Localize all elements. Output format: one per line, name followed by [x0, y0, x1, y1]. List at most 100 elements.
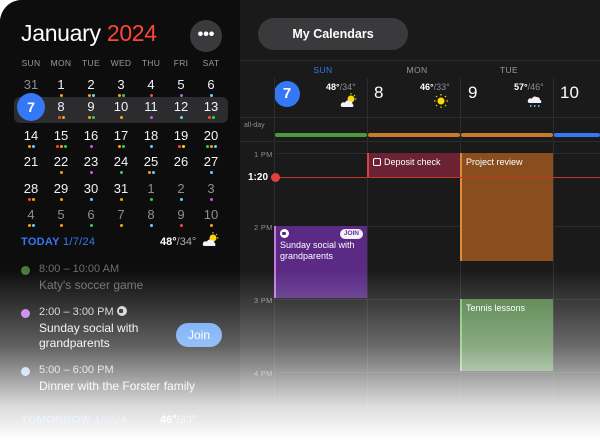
- calendar-day[interactable]: 23: [76, 152, 106, 178]
- calendar-day[interactable]: 8: [136, 205, 166, 231]
- day-number: 7: [117, 207, 125, 222]
- event-dots: [16, 198, 46, 202]
- calendar-day[interactable]: 20: [196, 126, 226, 152]
- checkbox-icon[interactable]: [373, 158, 381, 166]
- partly-cloudy-icon: [202, 232, 219, 246]
- calendar-day[interactable]: 5: [46, 205, 76, 231]
- day-number: 30: [83, 181, 99, 196]
- tomorrow-header: TOMORROW 1/8/24: [21, 414, 127, 426]
- temp-high: 48°: [160, 236, 177, 248]
- calendar-day[interactable]: 24: [106, 152, 136, 178]
- column-weekday: SUN: [313, 65, 333, 75]
- calendar-day[interactable]: 27: [196, 152, 226, 178]
- event-dots: [136, 145, 166, 149]
- calendar-day[interactable]: 9: [166, 205, 196, 231]
- calendar-day[interactable]: 19: [166, 126, 196, 152]
- calendar-day[interactable]: 7: [106, 205, 136, 231]
- calendar-day[interactable]: 11: [136, 97, 166, 123]
- my-calendars-button[interactable]: My Calendars: [258, 18, 408, 50]
- day-number: 31: [23, 77, 39, 92]
- day-number: 15: [53, 128, 69, 143]
- column-date[interactable]: 8: [374, 83, 383, 103]
- day-number: 9: [87, 99, 95, 114]
- calendar-day-today[interactable]: 7: [16, 93, 46, 123]
- calendar-day[interactable]: 31: [106, 179, 136, 205]
- calendar-week: 21 22 23 24 25 26 27: [16, 152, 226, 178]
- event-dots: [76, 198, 106, 202]
- calendar-day[interactable]: 10: [196, 205, 226, 231]
- day-number: 25: [143, 154, 159, 169]
- event-block-tennis[interactable]: Tennis lessons: [460, 299, 553, 371]
- calendar-day[interactable]: 6: [76, 205, 106, 231]
- event-title: Dinner with the Forster family: [39, 379, 196, 393]
- event-block-text: Deposit check: [384, 157, 441, 167]
- calendar-day[interactable]: 17: [106, 126, 136, 152]
- allday-event-bar[interactable]: [368, 133, 460, 137]
- calendar-day[interactable]: 3: [196, 179, 226, 205]
- event-dots: [136, 198, 166, 202]
- calendar-week: 14 15 16 17 18 19 20: [16, 126, 226, 152]
- column-date[interactable]: 9: [468, 83, 477, 103]
- weekday-label: SUN: [21, 58, 41, 68]
- temp-high: 57°: [514, 82, 528, 92]
- event-block-project[interactable]: Project review: [460, 153, 553, 261]
- join-button[interactable]: Join: [176, 323, 222, 347]
- event-block-social[interactable]: JOIN Sunday social with grandparents: [274, 226, 367, 298]
- event-color-dot: [21, 367, 30, 376]
- join-badge[interactable]: JOIN: [339, 229, 363, 239]
- day-number: 6: [207, 77, 215, 92]
- calendar-day[interactable]: 9: [76, 97, 106, 123]
- event-dots: [76, 224, 106, 228]
- event-block-title: Tennis lessons: [466, 303, 526, 313]
- calendar-day[interactable]: 26: [166, 152, 196, 178]
- column-date-today[interactable]: 7: [274, 81, 300, 107]
- calendar-day[interactable]: 12: [166, 97, 196, 123]
- calendar-day[interactable]: 18: [136, 126, 166, 152]
- event-title: Sunday social with grandparents: [39, 321, 139, 350]
- event-dots: [76, 171, 106, 175]
- day-number: 4: [27, 207, 35, 222]
- event-dots: [46, 198, 76, 202]
- allday-event-bar[interactable]: [275, 133, 367, 137]
- calendar-day[interactable]: 28: [16, 179, 46, 205]
- event-dots: [136, 224, 166, 228]
- column-divider: [553, 78, 554, 440]
- video-call-icon: [280, 229, 289, 238]
- more-options-button[interactable]: •••: [190, 20, 222, 52]
- temp-high: 46°: [160, 414, 177, 426]
- column-weekday: MON: [406, 65, 428, 75]
- month-title[interactable]: January 2024: [21, 20, 157, 47]
- calendar-day[interactable]: 22: [46, 152, 76, 178]
- calendar-week: 28 29 30 31 1 2 3: [16, 179, 226, 205]
- sidebar: January 2024 ••• SUN MON TUE WED THU FRI…: [0, 0, 240, 440]
- calendar-day[interactable]: 15: [46, 126, 76, 152]
- event-time: 2:00 – 3:00 PM: [39, 306, 114, 318]
- calendar-day[interactable]: 13: [196, 97, 226, 123]
- calendar-day[interactable]: 21: [16, 152, 46, 178]
- header-divider: [240, 60, 600, 61]
- allday-event-bar[interactable]: [554, 133, 600, 137]
- day-number: 10: [113, 99, 129, 114]
- weekday-label: SAT: [202, 58, 220, 68]
- calendar-day[interactable]: 8: [46, 97, 76, 123]
- column-date[interactable]: 10: [560, 83, 579, 103]
- temp-low: /34°: [339, 82, 356, 92]
- calendar-day[interactable]: 25: [136, 152, 166, 178]
- allday-event-bar[interactable]: [461, 133, 553, 137]
- event-dots: [76, 116, 106, 120]
- calendar-day[interactable]: 10: [106, 97, 136, 123]
- calendar-day[interactable]: 4: [16, 205, 46, 231]
- hour-label: 2 PM: [254, 223, 273, 232]
- event-block-deposit[interactable]: Deposit check: [367, 153, 460, 177]
- sun-icon: [434, 94, 448, 108]
- calendar-day[interactable]: 2: [166, 179, 196, 205]
- calendar-day[interactable]: 1: [136, 179, 166, 205]
- event-title: Katy's soccer game: [39, 278, 144, 292]
- calendar-day[interactable]: 29: [46, 179, 76, 205]
- current-time-line: [276, 177, 600, 178]
- day-number: 13: [203, 99, 219, 114]
- current-time-dot: [271, 173, 280, 182]
- calendar-day[interactable]: 14: [16, 126, 46, 152]
- calendar-day[interactable]: 16: [76, 126, 106, 152]
- calendar-day[interactable]: 30: [76, 179, 106, 205]
